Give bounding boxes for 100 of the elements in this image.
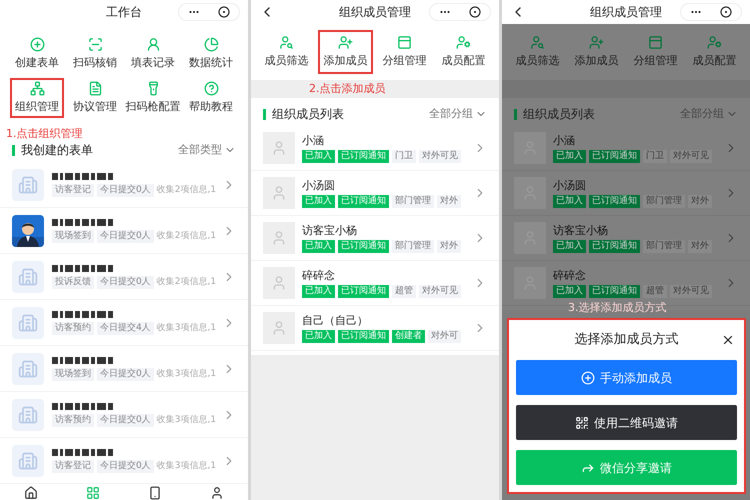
form-tag: 今日提交0人 (97, 184, 154, 197)
shortcut-button[interactable]: 填表记录 (126, 34, 180, 74)
building-icon (18, 450, 38, 470)
member-tag: 门卫 (643, 150, 667, 162)
user-gear-icon (456, 34, 471, 50)
member-tag: 已加入 (553, 150, 586, 162)
form-tag: 现场签到 (52, 230, 94, 243)
capsule-button[interactable] (429, 3, 491, 21)
shortcut-button[interactable]: 数据统计 (184, 34, 238, 74)
form-list-item[interactable]: 投诉反馈 今日提交0人 收集2项信息,1 (0, 254, 248, 300)
user-plus-icon (338, 34, 353, 50)
form-list-item[interactable]: 访客登记 今日提交0人 收集3项信息,1 (0, 438, 248, 484)
qr-code-icon (575, 416, 589, 430)
member-list-item[interactable]: 访客宝小杨 已加入 已订阅通知 部门管理 对外 (251, 216, 499, 261)
form-list-item[interactable]: 访客登记 今日提交0人 收集2项信息,1 (0, 162, 248, 208)
section-title: 组织成员列表 (523, 106, 595, 123)
action-button[interactable]: 成员配置 (436, 30, 491, 74)
capsule-button[interactable] (680, 3, 742, 21)
action-button[interactable]: 分组管理 (628, 30, 683, 74)
member-tag: 已加入 (302, 330, 335, 342)
building-icon (18, 358, 38, 378)
window-icon (648, 34, 663, 50)
form-info: 收集2项信息,1 (156, 230, 216, 243)
shortcut-button[interactable]: 帮助教程 (184, 78, 238, 118)
member-list-item[interactable]: 小涵 已加入 已订阅通知 门卫 对外可见 (251, 126, 499, 171)
form-info: 收集2项信息,1 (156, 276, 216, 289)
option-button[interactable]: 使用二维码邀请 (516, 405, 737, 440)
form-tag: 今日提交0人 (97, 230, 154, 243)
member-tag: 对外 (688, 194, 712, 208)
redacted-title (52, 356, 114, 365)
capsule-button[interactable] (178, 3, 240, 21)
action-button[interactable]: 添加成员 (569, 30, 624, 74)
section-marker (12, 144, 15, 156)
shortcut-button[interactable]: 扫码枪配置 (126, 78, 180, 118)
shortcut-button[interactable]: 组织管理 (10, 78, 64, 118)
member-tag: 已加入 (302, 150, 335, 162)
member-name: 小涵 (302, 134, 325, 146)
member-list-item[interactable]: 碎碎念 已加入 已订阅通知 超管 对外可见 (251, 261, 499, 306)
section-marker (514, 108, 517, 120)
member-tag: 对外 (437, 194, 461, 208)
member-list-item[interactable]: 自己（自己） 已加入 已订阅通知 创建者 对外可 (251, 306, 499, 351)
section-title: 我创建的表单 (21, 142, 93, 159)
form-list-item[interactable]: 访客预约 今日提交0人 收集3项信息,1 (0, 392, 248, 438)
action-button[interactable]: 成员筛选 (259, 30, 314, 74)
member-list-item[interactable]: 小汤圆 已加入 已订阅通知 部门管理 对外 (502, 171, 750, 216)
annotation-text: 1.点击组织管理 (6, 127, 82, 140)
member-name: 访客宝小杨 (553, 224, 609, 236)
member-tag: 已订阅通知 (589, 240, 640, 252)
member-name: 自己（自己） (302, 314, 369, 326)
user-search-icon (279, 34, 294, 50)
member-name: 小汤圆 (553, 178, 587, 192)
member-tag: 已加入 (553, 194, 586, 208)
shortcut-button[interactable]: 扫码核销 (68, 34, 122, 74)
member-tag: 对外可见 (419, 284, 461, 298)
scan-icon (88, 36, 102, 52)
building-icon (18, 404, 38, 424)
member-tag: 已订阅通知 (338, 240, 389, 252)
close-target-icon (720, 6, 732, 18)
form-list-item[interactable]: 现场签到 今日提交0人 收集3项信息,1 (0, 346, 248, 392)
member-tag: 已订阅通知 (338, 284, 389, 298)
form-list-item[interactable]: 访客预约 今日提交4人 收集3项信息,1 (0, 300, 248, 346)
page-title: 工作台 (106, 4, 142, 21)
filter-dropdown[interactable]: 全部分组 (429, 106, 487, 122)
form-info: 收集3项信息,1 (156, 322, 216, 335)
member-list-item[interactable]: 小汤圆 已加入 已订阅通知 部门管理 对外 (251, 171, 499, 216)
member-list-item[interactable]: 访客宝小杨 已加入 已订阅通知 部门管理 对外 (502, 216, 750, 261)
pie-chart-icon (204, 36, 218, 52)
filter-dropdown[interactable]: 全部类型 (178, 142, 236, 158)
help-icon (204, 80, 218, 96)
member-tag: 已加入 (302, 284, 335, 298)
form-tag: 投诉反馈 (52, 276, 94, 289)
member-tag: 对外可见 (670, 150, 712, 162)
member-list-item[interactable]: 小涵 已加入 已订阅通知 门卫 对外可见 (502, 126, 750, 171)
close-icon[interactable] (721, 333, 735, 347)
person-icon (271, 320, 287, 336)
sheet-title: 选择添加成员方式 (574, 331, 678, 350)
filter-dropdown[interactable]: 全部分组 (680, 106, 738, 122)
action-button[interactable]: 成员筛选 (510, 30, 565, 74)
member-name: 小涵 (553, 134, 576, 146)
shortcut-button[interactable]: 协议管理 (68, 78, 122, 118)
action-button[interactable]: 成员配置 (687, 30, 742, 74)
annotation-text: 2.点击添加成员 (309, 80, 386, 97)
action-button[interactable]: 分组管理 (377, 30, 432, 74)
member-tag: 超管 (643, 284, 667, 298)
member-name: 碎碎念 (302, 268, 336, 282)
form-tag: 访客登记 (52, 184, 94, 197)
user-search-icon (530, 34, 545, 50)
member-tag: 部门管理 (643, 194, 685, 208)
shortcut-button[interactable]: 创建表单 (10, 34, 64, 74)
member-tag: 部门管理 (392, 194, 434, 208)
member-tag: 已订阅通知 (338, 330, 389, 342)
form-tag: 今日提交0人 (97, 276, 154, 289)
member-tag: 已订阅通知 (338, 194, 389, 208)
member-tag: 对外 (437, 240, 461, 252)
close-target-icon (469, 6, 481, 18)
user-icon (146, 36, 160, 52)
form-list-item[interactable]: 现场签到 今日提交0人 收集2项信息,1 (0, 208, 248, 254)
action-button[interactable]: 添加成员 (318, 30, 373, 74)
member-tag: 创建者 (392, 330, 425, 342)
option-button[interactable]: 手动添加成员 (516, 360, 737, 395)
